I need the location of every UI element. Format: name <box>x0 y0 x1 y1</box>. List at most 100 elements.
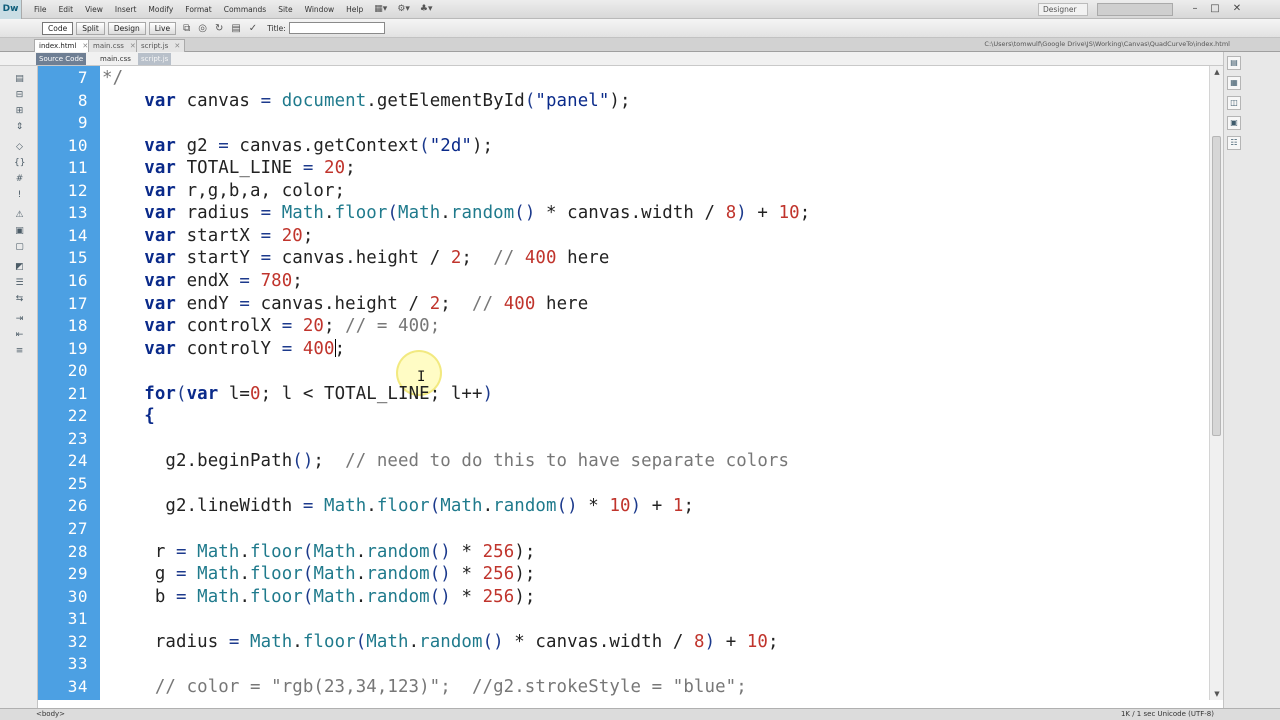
code-token: ; <box>461 248 494 269</box>
collapse-tag-icon[interactable]: ⊟ <box>14 90 25 101</box>
outdent-icon[interactable]: ⇤ <box>14 330 25 341</box>
code-token: */ <box>102 68 124 88</box>
menu-window[interactable]: Window <box>299 5 341 14</box>
close-tab-icon[interactable]: ✕ <box>130 42 136 50</box>
line-number: 31 <box>67 609 88 629</box>
line-number: 14 <box>67 225 88 245</box>
inspect-icon[interactable]: ⧉ <box>183 23 190 34</box>
tag-selector[interactable]: <body> <box>36 710 65 718</box>
code-token: controlY <box>176 338 282 359</box>
code-line: { <box>102 405 155 427</box>
code-token: . <box>408 631 420 652</box>
related-main-css[interactable]: main.css <box>97 53 134 65</box>
close-tab-icon[interactable]: ✕ <box>174 42 180 50</box>
collapse-selection-icon[interactable]: ⊞ <box>14 106 25 117</box>
menu-site[interactable]: Site <box>272 5 298 14</box>
line-numbers-icon[interactable]: # <box>14 174 25 185</box>
code-token: var <box>144 158 176 179</box>
code-token: ( <box>524 90 536 111</box>
code-token: floor <box>334 203 388 224</box>
recent-snippets-icon[interactable]: ☰ <box>14 278 25 289</box>
code-token: floor <box>250 541 303 562</box>
related-source-code[interactable]: Source Code <box>36 53 87 65</box>
highlight-invalid-icon[interactable]: ! <box>14 190 25 201</box>
related-script-js[interactable]: script.js <box>138 53 172 65</box>
select-parent-tag-icon[interactable]: ◇ <box>14 142 25 153</box>
code-line: var radius = Math.floor(Math.random() * … <box>102 202 810 224</box>
code-token: var <box>144 293 176 314</box>
code-token: random <box>366 541 430 562</box>
properties-panel-icon[interactable]: ☷ <box>1227 136 1241 150</box>
code-token: // <box>493 248 525 269</box>
design-view-button[interactable]: Design <box>107 21 146 35</box>
code-token: ; <box>799 203 811 224</box>
code-token: ) <box>736 203 747 224</box>
move-css-icon[interactable]: ⇆ <box>14 294 25 305</box>
code-editor[interactable]: I */ var canvas = document.getElementByI… <box>100 66 1209 700</box>
scroll-down-icon[interactable]: ▼ <box>1210 688 1224 700</box>
css-styles-panel-icon[interactable]: ▣ <box>1227 116 1241 130</box>
code-view-button[interactable]: Code <box>42 21 74 35</box>
code-line: var TOTAL_LINE = 20; <box>102 157 356 179</box>
tab-main-css[interactable]: main.css ✕ <box>88 39 141 52</box>
scroll-thumb[interactable] <box>1212 136 1221 436</box>
menu-file[interactable]: File <box>28 5 53 14</box>
format-source-icon[interactable]: ≡ <box>14 346 25 357</box>
workspace-switcher[interactable]: Designer <box>1038 3 1088 16</box>
split-view-button[interactable]: Split <box>76 21 105 35</box>
code-token: floor <box>376 496 430 517</box>
layout-icon[interactable]: ▦▾ <box>374 4 387 14</box>
line-number: 20 <box>67 361 88 381</box>
document-toolbar: Code Split Design Live ⧉ ◎ ↻ ▤ ✓ Title: <box>0 19 1280 38</box>
visual-aids-icon[interactable]: ▤ <box>231 23 240 34</box>
tab-index-html[interactable]: index.html ✕ <box>34 39 94 52</box>
refresh-icon[interactable]: ↻ <box>215 23 223 34</box>
remove-comment-icon[interactable]: ▢ <box>14 242 25 253</box>
tab-script-js[interactable]: script.js ✕ <box>136 39 186 52</box>
menu-insert[interactable]: Insert <box>109 5 143 14</box>
assets-panel-icon[interactable]: ◫ <box>1227 96 1241 110</box>
menu-help[interactable]: Help <box>340 5 369 14</box>
code-token: var <box>144 225 176 246</box>
settings-icon[interactable]: ⚙▾ <box>397 4 410 14</box>
files-panel-icon[interactable]: ▦ <box>1227 76 1241 90</box>
code-token: = <box>302 496 314 517</box>
vertical-scrollbar[interactable]: ▲ ▼ <box>1209 66 1223 700</box>
balance-braces-icon[interactable]: {} <box>14 158 25 169</box>
syntax-error-icon[interactable]: ⚠ <box>14 210 25 221</box>
live-view-button[interactable]: Live <box>148 21 177 35</box>
code-token: ); <box>609 90 631 111</box>
code-token: ; <box>324 316 335 337</box>
menu-edit[interactable]: Edit <box>53 5 80 14</box>
code-token: 2 <box>429 293 441 314</box>
close-icon[interactable]: ✕ <box>1228 2 1246 16</box>
menu-view[interactable]: View <box>79 5 109 14</box>
code-token: ; <box>302 225 314 246</box>
panel-dock: ▤ ▦ ◫ ▣ ☷ <box>1223 52 1280 708</box>
main-menu: File Edit View Insert Modify Format Commands Si… <box>28 5 369 14</box>
indent-icon[interactable]: ⇥ <box>14 314 25 325</box>
open-documents-icon[interactable]: ▤ <box>14 74 25 85</box>
site-icon[interactable]: ♣▾ <box>420 4 433 14</box>
code-token: floor <box>250 564 303 585</box>
maximize-icon[interactable]: □ <box>1206 2 1224 16</box>
minimize-icon[interactable]: – <box>1186 2 1204 16</box>
check-page-icon[interactable]: ✓ <box>249 23 257 34</box>
insert-panel-icon[interactable]: ▤ <box>1227 56 1241 70</box>
code-token: var <box>144 248 176 269</box>
help-search-input[interactable] <box>1097 3 1173 16</box>
menu-commands[interactable]: Commands <box>218 5 272 14</box>
apply-comment-icon[interactable]: ▣ <box>14 226 25 237</box>
expand-all-icon[interactable]: ⇕ <box>14 122 25 133</box>
preview-icon[interactable]: ◎ <box>198 23 207 34</box>
code-token: ); <box>514 541 536 562</box>
menu-format[interactable]: Format <box>179 5 217 14</box>
code-token: var <box>144 316 176 337</box>
scroll-up-icon[interactable]: ▲ <box>1210 66 1224 78</box>
title-input[interactable] <box>288 22 385 34</box>
wrap-tag-icon[interactable]: ◩ <box>14 262 25 273</box>
menu-modify[interactable]: Modify <box>142 5 179 14</box>
